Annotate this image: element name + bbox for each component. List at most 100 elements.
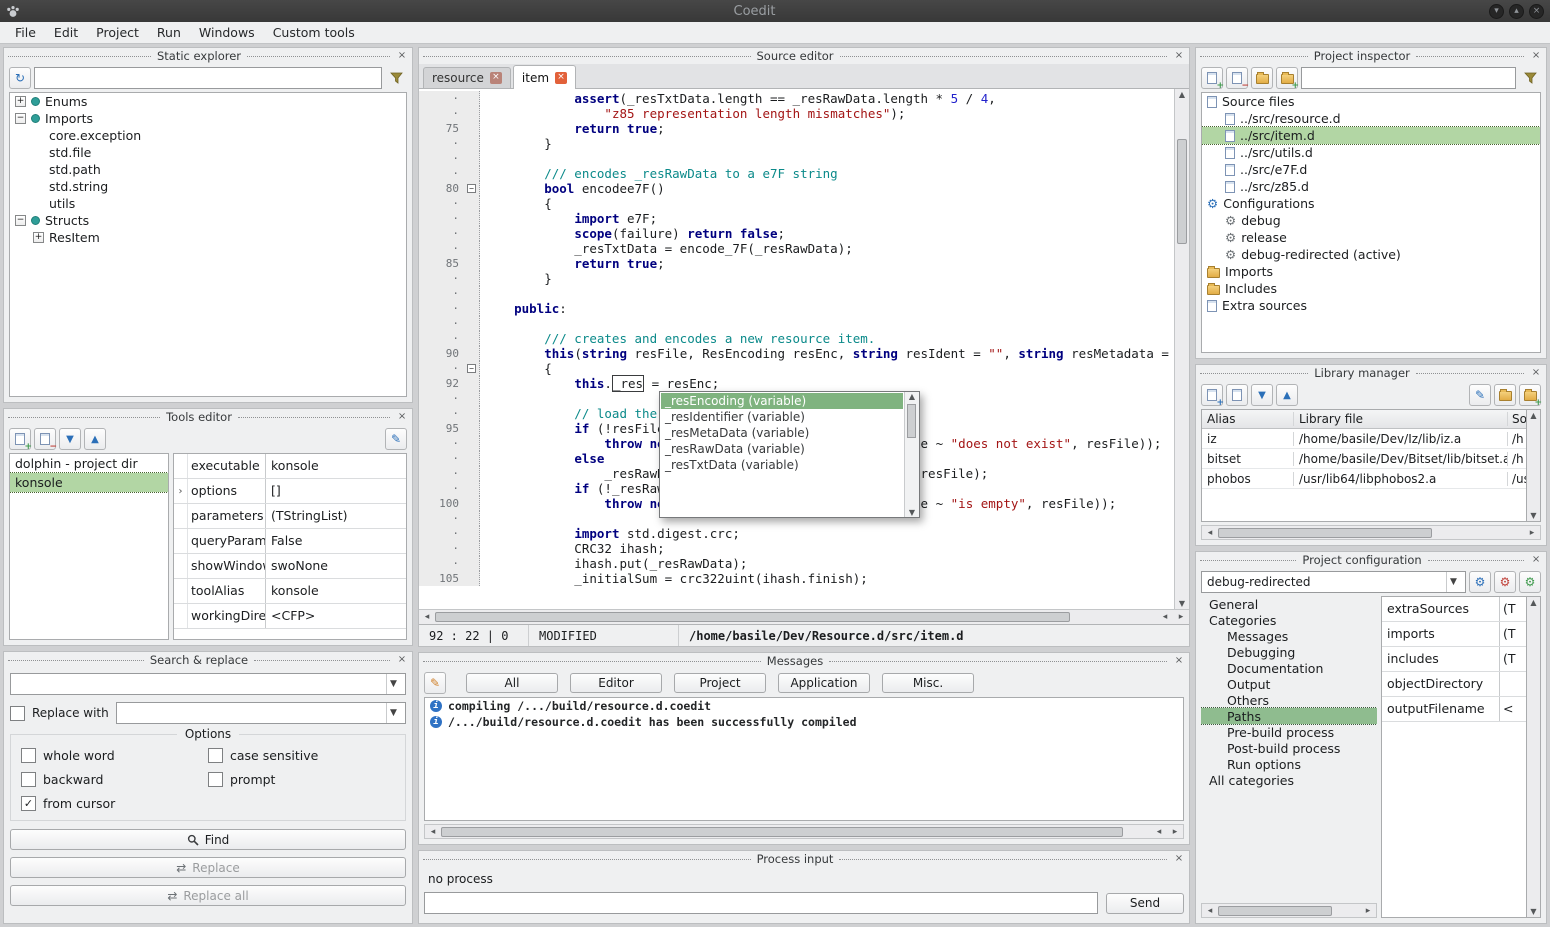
replace-with-checkbox[interactable] xyxy=(10,706,25,721)
property-value[interactable]: (T xyxy=(1500,597,1526,621)
scroll-down-icon[interactable]: ▼ xyxy=(1530,907,1536,916)
tool-item-konsole[interactable]: konsole xyxy=(10,473,168,492)
tree-expander-icon[interactable]: − xyxy=(15,215,26,226)
scroll-left-icon[interactable]: ◂ xyxy=(419,612,435,622)
scroll-left-icon[interactable]: ◂ xyxy=(1202,528,1218,538)
property-value[interactable]: False xyxy=(266,529,406,553)
config-category-output[interactable]: Output xyxy=(1201,676,1377,692)
window-close-button[interactable]: × xyxy=(1529,4,1544,19)
editor-tab-resource[interactable]: resource× xyxy=(423,67,511,88)
properties-vertical-scrollbar[interactable]: ▲▼ xyxy=(1526,596,1541,918)
library-vertical-scrollbar[interactable]: ▲▼ xyxy=(1526,409,1541,522)
move-library-up-button[interactable]: ▲ xyxy=(1276,384,1298,406)
edit-library-button[interactable]: ✎ xyxy=(1469,384,1491,406)
config-category-debugging[interactable]: Debugging xyxy=(1201,644,1377,660)
static-explorer-node-resitem[interactable]: +ResItem xyxy=(10,229,406,246)
chevron-down-icon[interactable]: ▼ xyxy=(386,703,400,723)
scroll-left-icon[interactable]: ◂ xyxy=(1151,827,1167,837)
add-folder-button[interactable] xyxy=(1251,67,1273,89)
code-line[interactable]: ihash.put(_resRawData); xyxy=(480,556,747,571)
project-node-src-item-d[interactable]: ../src/item.d xyxy=(1202,127,1540,144)
config-category-pre-build-process[interactable]: Pre-build process xyxy=(1201,724,1377,740)
code-line[interactable] xyxy=(480,391,484,406)
messages-filter-misc[interactable]: Misc. xyxy=(882,673,974,693)
completion-item[interactable]: _resIdentifier (variable) xyxy=(661,409,903,425)
move-tool-down-button[interactable]: ▼ xyxy=(59,428,81,450)
project-node-includes[interactable]: Includes xyxy=(1202,280,1540,297)
remove-source-button[interactable]: − xyxy=(1226,67,1248,89)
static-explorer-node-std-file[interactable]: std.file xyxy=(10,144,406,161)
code-line[interactable]: CRC32 ihash; xyxy=(480,541,665,556)
find-button[interactable]: Find xyxy=(10,829,406,850)
scroll-right-icon[interactable]: ▸ xyxy=(1167,827,1183,837)
property-value[interactable]: (T xyxy=(1500,622,1526,646)
scroll-right-icon[interactable]: ▸ xyxy=(1173,612,1189,622)
close-panel-icon[interactable]: × xyxy=(1173,655,1185,667)
library-row-iz[interactable]: iz/home/basile/Dev/Iz/lib/iz.a/h xyxy=(1202,429,1526,449)
property-value[interactable]: <CFP> xyxy=(266,604,406,628)
code-line[interactable] xyxy=(480,511,484,526)
configuration-selector[interactable]: debug-redirected▼ xyxy=(1201,571,1466,593)
popup-scrollbar[interactable]: ▲▼ xyxy=(904,392,919,517)
tree-expander-icon[interactable]: − xyxy=(15,113,26,124)
add-tool-button[interactable]: + xyxy=(9,428,31,450)
message-row[interactable]: icompiling /.../build/resource.d.coedit xyxy=(425,698,1183,714)
process-input-field[interactable] xyxy=(424,892,1098,914)
property-value[interactable] xyxy=(1500,672,1526,696)
scroll-left-icon[interactable]: ◂ xyxy=(425,827,441,837)
add-configuration-button[interactable]: ⚙ xyxy=(1519,571,1541,593)
editor-vertical-scrollbar[interactable]: ▲▼ xyxy=(1174,89,1189,609)
messages-horizontal-scrollbar[interactable]: ◂ ◂ ▸ xyxy=(424,824,1184,839)
menu-project[interactable]: Project xyxy=(87,22,148,43)
completion-item[interactable]: _resEncoding (variable) xyxy=(661,393,903,409)
code-line[interactable]: import std.digest.crc; xyxy=(480,526,740,541)
project-node-extra-sources[interactable]: Extra sources xyxy=(1202,297,1540,314)
property-value[interactable]: konsole xyxy=(266,579,406,603)
editor-tab-item[interactable]: item× xyxy=(513,65,576,89)
tab-close-icon[interactable]: × xyxy=(555,72,567,84)
messages-filter-editor[interactable]: Editor xyxy=(570,673,662,693)
add-source-button[interactable]: + xyxy=(1201,67,1223,89)
config-category-categories[interactable]: Categories xyxy=(1201,612,1377,628)
scrollbar-thumb[interactable] xyxy=(907,404,916,438)
search-term-combobox[interactable]: ▼ xyxy=(10,673,406,695)
sync-configuration-button[interactable]: ⚙ xyxy=(1469,571,1491,593)
scroll-up-icon[interactable]: ▲ xyxy=(909,392,915,401)
fold-marker-icon[interactable]: − xyxy=(467,184,476,193)
replace-button[interactable]: ⇄ Replace xyxy=(10,857,406,878)
code-line[interactable]: "z85 representation length mismatches"); xyxy=(480,106,905,121)
static-explorer-node-std-string[interactable]: std.string xyxy=(10,178,406,195)
scroll-right-icon[interactable]: ▸ xyxy=(1524,528,1540,538)
replace-term-combobox[interactable]: ▼ xyxy=(116,702,406,724)
menu-run[interactable]: Run xyxy=(148,22,190,43)
close-panel-icon[interactable]: × xyxy=(1530,554,1542,566)
library-row-bitset[interactable]: bitset/home/basile/Dev/Bitset/lib/bitset… xyxy=(1202,449,1526,469)
project-node-debug-redirected-active[interactable]: ⚙debug-redirected (active) xyxy=(1202,246,1540,263)
property-value[interactable]: swoNone xyxy=(266,554,406,578)
config-category-general[interactable]: General xyxy=(1201,596,1377,612)
chevron-down-icon[interactable]: ▼ xyxy=(1446,572,1460,592)
duplicate-library-button[interactable] xyxy=(1226,384,1248,406)
scrollbar-thumb[interactable] xyxy=(441,827,1123,837)
completion-item[interactable]: _resRawData (variable) xyxy=(661,441,903,457)
project-node-release[interactable]: ⚙release xyxy=(1202,229,1540,246)
close-panel-icon[interactable]: × xyxy=(396,654,408,666)
window-maximize-button[interactable]: ▴ xyxy=(1509,4,1524,19)
config-category-messages[interactable]: Messages xyxy=(1201,628,1377,644)
message-row[interactable]: i/.../build/resource.d.coedit has been s… xyxy=(425,714,1183,730)
register-library-button[interactable]: + xyxy=(1519,384,1541,406)
static-explorer-node-utils[interactable]: utils xyxy=(10,195,406,212)
code-line[interactable]: bool encodee7F() xyxy=(480,181,665,196)
column-header-sources[interactable]: Sources xyxy=(1508,412,1526,426)
inspector-filter-input[interactable] xyxy=(1301,67,1516,89)
code-line[interactable]: _initialSum = crc322uint(ihash.finish); xyxy=(480,571,868,586)
property-value[interactable]: < xyxy=(1500,697,1526,721)
static-explorer-node-std-path[interactable]: std.path xyxy=(10,161,406,178)
project-node-configurations[interactable]: ⚙Configurations xyxy=(1202,195,1540,212)
scroll-left-icon[interactable]: ◂ xyxy=(1202,906,1218,916)
code-line[interactable]: { xyxy=(480,196,552,211)
move-library-down-button[interactable]: ▼ xyxy=(1251,384,1273,406)
property-value[interactable]: konsole xyxy=(266,454,406,478)
config-category-documentation[interactable]: Documentation xyxy=(1201,660,1377,676)
filter-button[interactable] xyxy=(1519,67,1541,89)
